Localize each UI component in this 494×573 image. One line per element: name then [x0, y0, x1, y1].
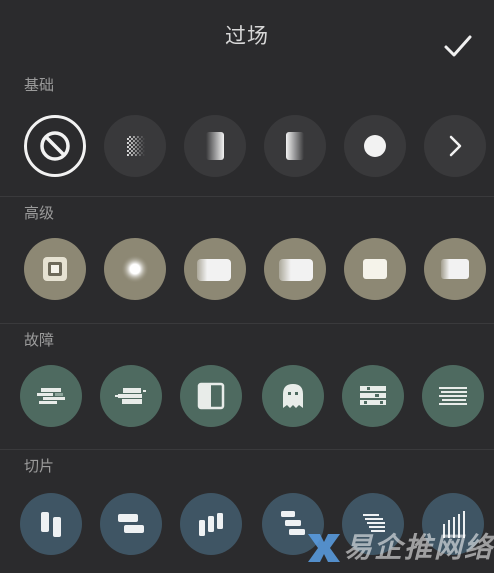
- horizontal-slices-icon: [118, 514, 144, 533]
- transition-vertical-lines[interactable]: [422, 493, 484, 555]
- transition-glitch-shift[interactable]: [100, 365, 162, 427]
- glitch-bars-icon: [37, 388, 65, 404]
- fade-left-icon: [206, 132, 224, 160]
- transition-split-square[interactable]: [180, 365, 242, 427]
- vertical-slices-icon: [41, 512, 61, 537]
- transition-fade-right[interactable]: [264, 115, 326, 177]
- transition-checker[interactable]: [104, 115, 166, 177]
- transition-blur-left[interactable]: [184, 238, 246, 300]
- checkmark-icon[interactable]: [442, 30, 474, 62]
- ghost-icon: [283, 384, 303, 408]
- vertical-lines-icon: [443, 511, 465, 538]
- glitch-transitions-row: [0, 365, 494, 429]
- transition-glitch-blocks[interactable]: [342, 365, 404, 427]
- header-bar: 过场: [0, 0, 494, 70]
- chevron-right-icon: [449, 135, 462, 157]
- staggered-blocks-icon: [281, 511, 305, 535]
- blur-fade-square-icon: [441, 259, 469, 279]
- transition-fade-left[interactable]: [184, 115, 246, 177]
- split-square-icon: [197, 382, 225, 410]
- basic-transitions-row: [0, 115, 494, 179]
- transition-glitch-bars[interactable]: [20, 365, 82, 427]
- transition-vertical-slices[interactable]: [20, 493, 82, 555]
- checker-gradient-icon: [127, 136, 145, 156]
- glitch-lines-icon: [439, 387, 467, 405]
- transition-blur-right[interactable]: [264, 238, 326, 300]
- section-label-advanced: 高级: [24, 204, 55, 222]
- transition-square[interactable]: [344, 238, 406, 300]
- divider: [0, 196, 494, 197]
- none-icon: [40, 131, 70, 161]
- section-label-slice: 切片: [24, 457, 55, 475]
- glitch-shift-icon: [115, 388, 146, 404]
- section-label-glitch: 故障: [24, 331, 55, 349]
- page-title: 过场: [225, 24, 269, 48]
- section-label-basic: 基础: [24, 76, 55, 94]
- transition-dot[interactable]: [344, 115, 406, 177]
- diagonal-lines-icon: [363, 514, 385, 532]
- slice-transitions-row: [0, 493, 494, 557]
- blur-right-icon: [279, 259, 313, 281]
- transition-none[interactable]: [24, 115, 86, 177]
- transition-zoom-square[interactable]: [24, 238, 86, 300]
- transition-staggered-bars[interactable]: [180, 493, 242, 555]
- transition-diagonal-lines[interactable]: [342, 493, 404, 555]
- fade-right-icon: [286, 132, 304, 160]
- transition-horizontal-slices[interactable]: [100, 493, 162, 555]
- divider: [0, 449, 494, 450]
- dot-icon: [364, 135, 386, 157]
- transition-glitch-lines[interactable]: [422, 365, 484, 427]
- transition-staggered-blocks[interactable]: [262, 493, 324, 555]
- square-icon: [363, 259, 387, 279]
- staggered-bars-icon: [199, 513, 223, 536]
- advanced-transitions-row: [0, 238, 494, 302]
- divider: [0, 323, 494, 324]
- transition-ghost[interactable]: [262, 365, 324, 427]
- glitch-blocks-icon: [360, 386, 386, 405]
- zoom-square-icon: [43, 257, 67, 281]
- blur-square-icon: [121, 255, 149, 283]
- transition-more[interactable]: [424, 115, 486, 177]
- transition-blur-fade-square[interactable]: [424, 238, 486, 300]
- blur-left-icon: [197, 259, 231, 281]
- transition-blur-square[interactable]: [104, 238, 166, 300]
